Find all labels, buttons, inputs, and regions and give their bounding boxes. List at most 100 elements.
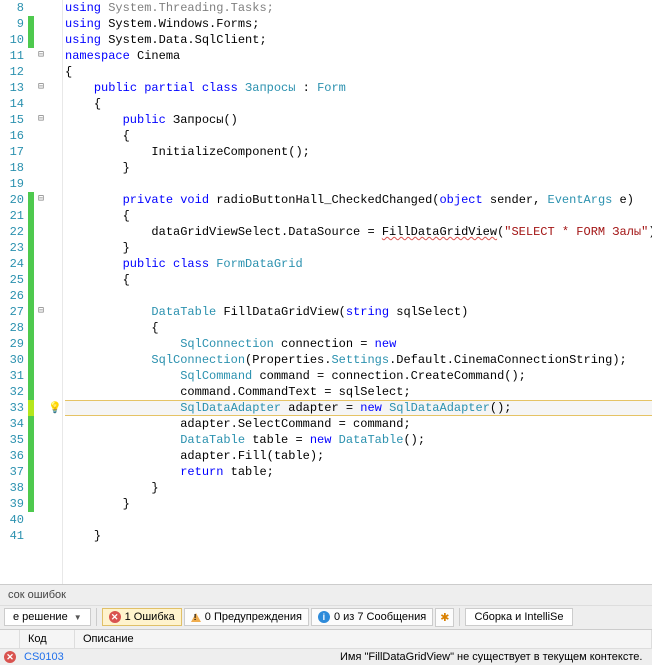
code-line[interactable]: public partial class Запросы : Form: [65, 80, 652, 96]
build-label: Сборка и IntelliSe: [474, 611, 563, 623]
code-line[interactable]: DataTable table = new DataTable();: [65, 432, 652, 448]
line-number: 28: [0, 320, 28, 336]
code-line[interactable]: [65, 176, 652, 192]
error-row[interactable]: ✕ CS0103 Имя "FillDataGridView" не сущес…: [0, 649, 652, 665]
line-indicator: [48, 176, 62, 192]
fold-toggle[interactable]: ⊟: [34, 304, 48, 320]
warning-icon: [191, 613, 201, 622]
code-line[interactable]: [65, 288, 652, 304]
code-line[interactable]: namespace Cinema: [65, 48, 652, 64]
fold-toggle: [34, 224, 48, 240]
code-line[interactable]: }: [65, 480, 652, 496]
warnings-button[interactable]: 0 Предупреждения: [184, 608, 309, 626]
fold-toggle: [34, 96, 48, 112]
code-line[interactable]: {: [65, 208, 652, 224]
hdr-icon: [0, 630, 20, 648]
code-line[interactable]: public Запросы(): [65, 112, 652, 128]
fold-toggle: [34, 384, 48, 400]
fold-toggle: [34, 320, 48, 336]
fold-toggle: [34, 496, 48, 512]
build-filter-button[interactable]: ✱: [435, 608, 454, 627]
code-line[interactable]: {: [65, 320, 652, 336]
row-desc: Имя "FillDataGridView" не существует в т…: [336, 651, 652, 663]
line-indicator: 💡: [48, 400, 62, 416]
code-line[interactable]: }: [65, 240, 652, 256]
code-area[interactable]: using System.Threading.Tasks;using Syste…: [63, 0, 652, 584]
code-line[interactable]: [65, 512, 652, 528]
messages-button[interactable]: i 0 из 7 Сообщения: [311, 608, 433, 626]
errors-label: 1 Ошибка: [125, 611, 175, 623]
line-indicator: [48, 128, 62, 144]
line-number: 10: [0, 32, 28, 48]
line-indicator: [48, 32, 62, 48]
code-line[interactable]: SqlConnection(Properties.Settings.Defaul…: [65, 352, 652, 368]
line-indicator: [48, 48, 62, 64]
code-line[interactable]: SqlDataAdapter adapter = new SqlDataAdap…: [65, 400, 652, 416]
code-line[interactable]: }: [65, 528, 652, 544]
code-line[interactable]: return table;: [65, 464, 652, 480]
hdr-desc[interactable]: Описание: [75, 630, 652, 648]
code-line[interactable]: command.CommandText = sqlSelect;: [65, 384, 652, 400]
line-indicator: [48, 384, 62, 400]
line-number: 19: [0, 176, 28, 192]
fold-toggle: [34, 368, 48, 384]
line-number: 38: [0, 480, 28, 496]
code-line[interactable]: {: [65, 64, 652, 80]
code-line[interactable]: using System.Windows.Forms;: [65, 16, 652, 32]
code-line[interactable]: {: [65, 128, 652, 144]
warnings-label: 0 Предупреждения: [205, 611, 302, 623]
line-number: 33: [0, 400, 28, 416]
line-number: 15: [0, 112, 28, 128]
fold-toggle: [34, 128, 48, 144]
line-number: 34: [0, 416, 28, 432]
line-indicator: [48, 192, 62, 208]
hdr-code[interactable]: Код: [20, 630, 75, 648]
fold-toggle: [34, 240, 48, 256]
code-line[interactable]: adapter.SelectCommand = command;: [65, 416, 652, 432]
fold-toggle: [34, 288, 48, 304]
line-number: 8: [0, 0, 28, 16]
line-indicator: [48, 112, 62, 128]
fold-toggle[interactable]: ⊟: [34, 112, 48, 128]
line-number: 21: [0, 208, 28, 224]
row-code: CS0103: [20, 651, 336, 663]
error-list-title: сок ошибок: [0, 585, 652, 606]
code-line[interactable]: }: [65, 160, 652, 176]
fold-toggle: [34, 208, 48, 224]
error-list-panel: сок ошибок е решение ▼ ✕ 1 Ошибка 0 Пред…: [0, 584, 652, 665]
code-line[interactable]: dataGridViewSelect.DataSource = FillData…: [65, 224, 652, 240]
line-number: 14: [0, 96, 28, 112]
fold-toggle: [34, 16, 48, 32]
line-number: 39: [0, 496, 28, 512]
code-line[interactable]: InitializeComponent();: [65, 144, 652, 160]
build-intellisense-dropdown[interactable]: Сборка и IntelliSe: [465, 608, 572, 626]
line-indicator: [48, 352, 62, 368]
filter-dropdown[interactable]: е решение ▼: [4, 608, 91, 626]
fold-toggle: [34, 464, 48, 480]
line-number: 18: [0, 160, 28, 176]
fold-toggle: [34, 160, 48, 176]
fold-toggle[interactable]: ⊟: [34, 80, 48, 96]
code-line[interactable]: public class FormDataGrid: [65, 256, 652, 272]
code-line[interactable]: DataTable FillDataGridView(string sqlSel…: [65, 304, 652, 320]
code-line[interactable]: {: [65, 96, 652, 112]
errors-button[interactable]: ✕ 1 Ошибка: [102, 608, 182, 626]
code-line[interactable]: {: [65, 272, 652, 288]
fold-toggle: [34, 400, 48, 416]
code-editor[interactable]: 891011⊟1213⊟1415⊟1617181920⊟212223242526…: [0, 0, 652, 584]
code-line[interactable]: private void radioButtonHall_CheckedChan…: [65, 192, 652, 208]
code-line[interactable]: using System.Data.SqlClient;: [65, 32, 652, 48]
fold-toggle: [34, 64, 48, 80]
star-icon: ✱: [440, 612, 449, 624]
line-number: 23: [0, 240, 28, 256]
fold-toggle: [34, 480, 48, 496]
code-line[interactable]: }: [65, 496, 652, 512]
fold-toggle[interactable]: ⊟: [34, 48, 48, 64]
code-line[interactable]: SqlCommand command = connection.CreateCo…: [65, 368, 652, 384]
line-indicator: [48, 96, 62, 112]
fold-toggle[interactable]: ⊟: [34, 192, 48, 208]
code-line[interactable]: adapter.Fill(table);: [65, 448, 652, 464]
fold-toggle: [34, 432, 48, 448]
code-line[interactable]: SqlConnection connection = new: [65, 336, 652, 352]
code-line[interactable]: using System.Threading.Tasks;: [65, 0, 652, 16]
